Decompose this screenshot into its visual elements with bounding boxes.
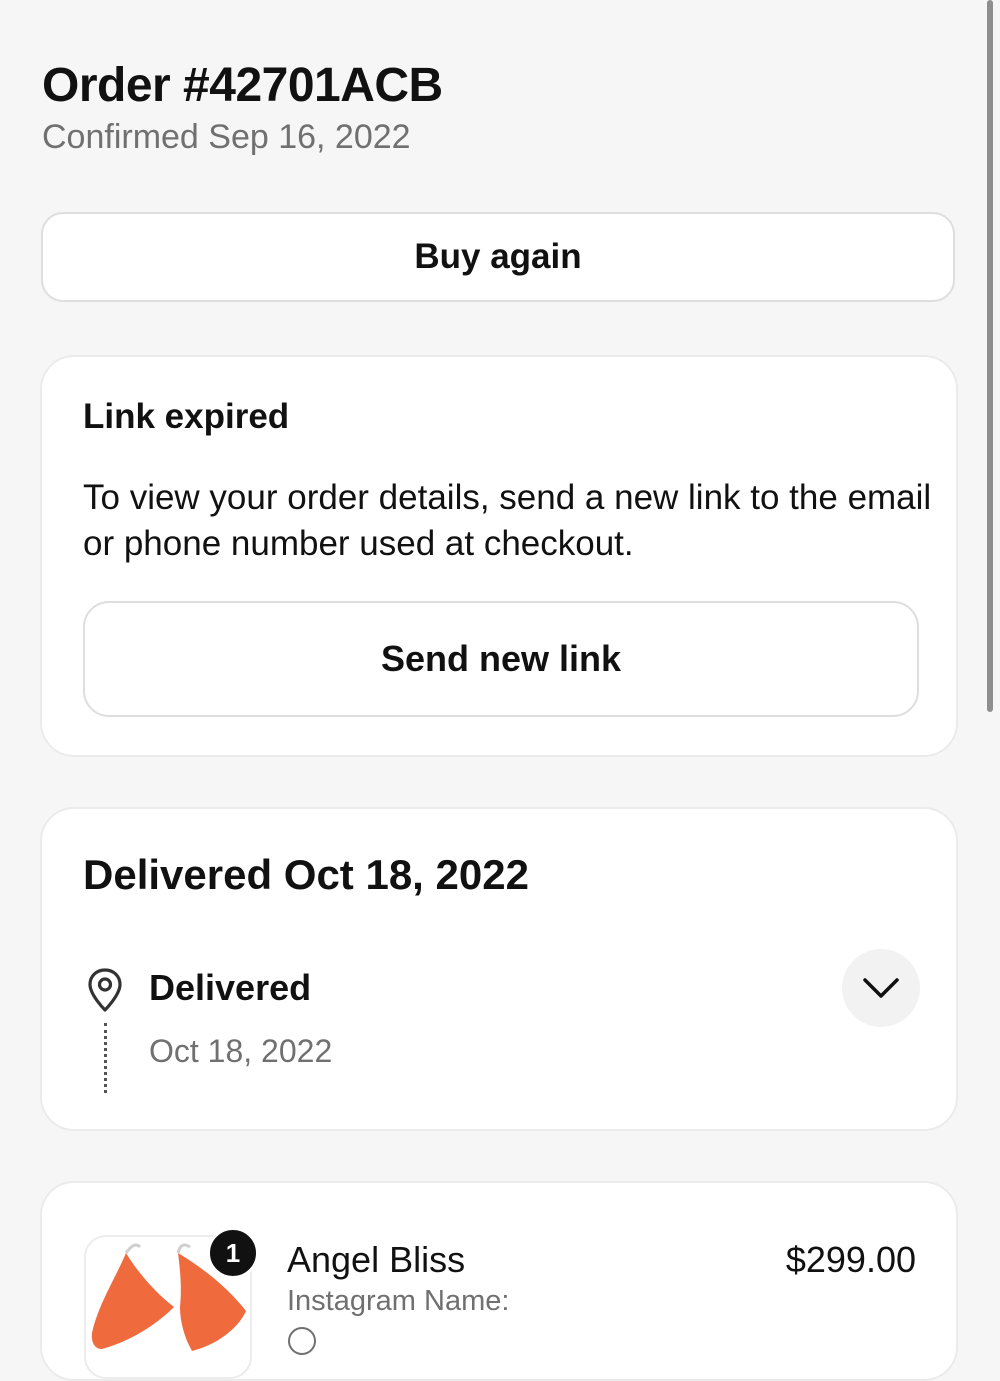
delivery-status-label: Delivered	[149, 967, 312, 1008]
item-price: $299.00	[785, 1239, 916, 1280]
chevron-down-icon	[863, 978, 899, 998]
delivery-status-date: Oct 18, 2022	[149, 1033, 333, 1069]
meta-circle-icon	[288, 1327, 316, 1355]
timeline-connector	[104, 1023, 107, 1093]
order-confirmed-date: Confirmed Sep 16, 2022	[42, 118, 411, 156]
item-meta-label: Instagram Name:	[287, 1285, 510, 1317]
send-new-link-button[interactable]: Send new link	[83, 601, 919, 717]
delivery-card: Delivered Oct 18, 2022 Delivered Oct 18,…	[40, 807, 958, 1131]
quantity-badge: 1	[207, 1227, 259, 1279]
link-expired-card: Link expired To view your order details,…	[40, 355, 958, 757]
link-expired-heading: Link expired	[83, 397, 290, 436]
item-name: Angel Bliss	[287, 1239, 466, 1280]
buy-again-button[interactable]: Buy again	[41, 212, 955, 302]
delivery-heading: Delivered Oct 18, 2022	[83, 851, 529, 898]
order-title: Order #42701ACB	[42, 59, 443, 112]
order-item-card: 1 Angel Bliss Instagram Name: $299.00	[40, 1181, 958, 1381]
scrollbar[interactable]	[987, 0, 993, 712]
order-header: Order #42701ACB Confirmed Sep 16, 2022	[42, 58, 443, 158]
expand-tracking-button[interactable]	[842, 949, 920, 1027]
link-expired-message: To view your order details, send a new l…	[83, 478, 932, 563]
location-pin-icon	[86, 967, 124, 1013]
